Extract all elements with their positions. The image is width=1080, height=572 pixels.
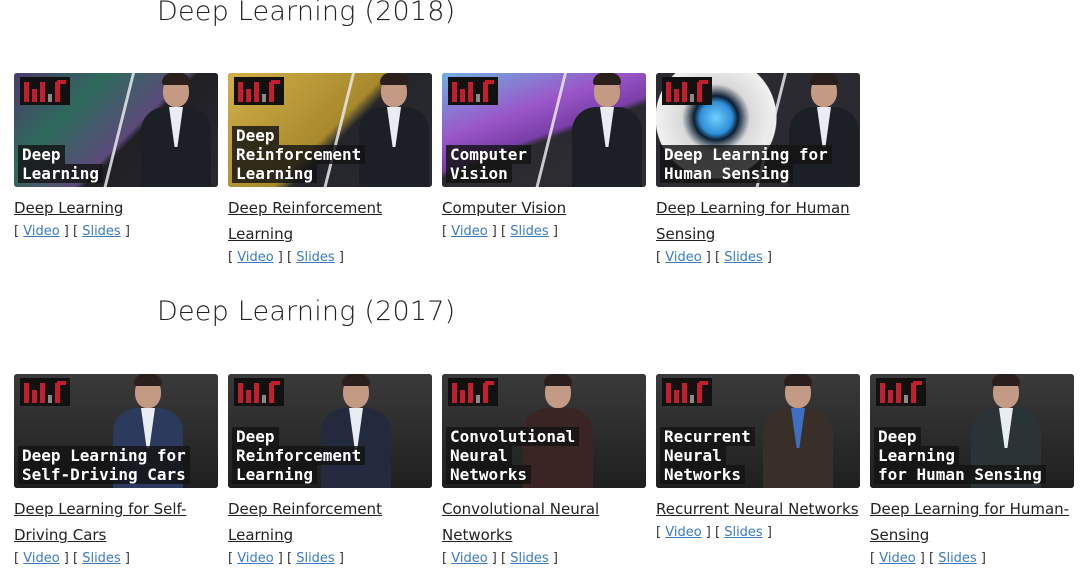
resource-links: [ Video ] [ Slides ]: [14, 551, 130, 566]
lecture-card: Deep Learning for Human Sensing Deep Lear…: [656, 73, 860, 269]
mit-logo-icon: [448, 378, 498, 406]
slides-link[interactable]: Slides: [724, 250, 763, 265]
slides-link[interactable]: Slides: [296, 551, 335, 566]
lecture-thumbnail[interactable]: Recurrent Neural Networks: [656, 374, 860, 488]
slides-link[interactable]: Slides: [82, 551, 121, 566]
slides-link[interactable]: Slides: [510, 224, 549, 239]
mit-logo-icon: [234, 378, 284, 406]
thumbnail-caption: Deep Reinforcement Learning: [232, 126, 366, 183]
resource-links: [ Video ] [ Slides ]: [442, 551, 558, 566]
mit-logo-icon: [20, 378, 70, 406]
thumbnail-caption: Deep Learning for Self-Driving Cars: [18, 446, 190, 484]
lecturer-image: [356, 73, 432, 187]
lecture-thumbnail[interactable]: Deep Learning for Self-Driving Cars: [14, 374, 218, 488]
lecture-title-link[interactable]: Deep Reinforcement Learning: [228, 496, 432, 548]
section-title-2018: Deep Learning (2018): [157, 0, 456, 27]
mit-logo-icon: [876, 378, 926, 406]
slides-link[interactable]: Slides: [938, 551, 977, 566]
video-link[interactable]: Video: [237, 250, 273, 265]
lecture-card: Recurrent Neural Networks Recurrent Neural…: [656, 374, 860, 544]
lecture-title-link[interactable]: Deep Learning for Human-Sensing: [870, 496, 1074, 548]
lecture-card: Deep Learning for Human Sensing Deep Learn…: [870, 374, 1074, 570]
lecture-thumbnail[interactable]: Convolutional Neural Networks: [442, 374, 646, 488]
lecture-thumbnail[interactable]: Deep Learning: [14, 73, 218, 187]
video-link[interactable]: Video: [879, 551, 915, 566]
lecture-title-link[interactable]: Computer Vision: [442, 195, 646, 221]
thumbnail-caption: Convolutional Neural Networks: [446, 427, 580, 484]
resource-links: [ Video ] [ Slides ]: [228, 250, 344, 265]
resource-links: [ Video ] [ Slides ]: [442, 224, 558, 239]
video-link[interactable]: Video: [451, 224, 487, 239]
video-link[interactable]: Video: [665, 250, 701, 265]
lecture-card: Deep Learning for Self-Driving Cars Deep …: [14, 374, 218, 570]
resource-links: [ Video ] [ Slides ]: [14, 224, 130, 239]
video-link[interactable]: Video: [237, 551, 273, 566]
lecture-card: Deep Reinforcement Learning Deep Reinforce…: [228, 374, 432, 570]
video-link[interactable]: Video: [23, 551, 59, 566]
video-link[interactable]: Video: [23, 224, 59, 239]
lecture-title-link[interactable]: Recurrent Neural Networks: [656, 496, 860, 522]
resource-links: [ Video ] [ Slides ]: [870, 551, 986, 566]
thumbnail-caption: Deep Reinforcement Learning: [232, 427, 366, 484]
mit-logo-icon: [662, 77, 712, 105]
lecture-thumbnail[interactable]: Deep Reinforcement Learning: [228, 374, 432, 488]
lecture-thumbnail[interactable]: Computer Vision: [442, 73, 646, 187]
lecture-thumbnail[interactable]: Deep Learning for Human Sensing: [870, 374, 1074, 488]
resource-links: [ Video ] [ Slides ]: [228, 551, 344, 566]
lecture-title-link[interactable]: Deep Learning: [14, 195, 218, 221]
lecture-card: Deep Learning Deep Learning [ Video ] [ S…: [14, 73, 218, 243]
thumbnail-caption: Recurrent Neural Networks: [660, 427, 755, 484]
thumbnail-caption: Deep Learning for Human Sensing: [874, 427, 1046, 484]
lecture-thumbnail[interactable]: Deep Learning for Human Sensing: [656, 73, 860, 187]
slides-link[interactable]: Slides: [82, 224, 121, 239]
slides-link[interactable]: Slides: [296, 250, 335, 265]
lecture-thumbnail[interactable]: Deep Reinforcement Learning: [228, 73, 432, 187]
thumbnail-caption: Deep Learning for Human Sensing: [660, 145, 832, 183]
lecturer-image: [134, 73, 218, 187]
lecture-title-link[interactable]: Deep Reinforcement Learning: [228, 195, 432, 247]
resource-links: [ Video ] [ Slides ]: [656, 525, 772, 540]
mit-logo-icon: [234, 77, 284, 105]
lecture-title-link[interactable]: Convolutional Neural Networks: [442, 496, 646, 548]
lecture-card: Convolutional Neural Networks Convolutiona…: [442, 374, 646, 570]
video-link[interactable]: Video: [665, 525, 701, 540]
thumbnail-caption: Deep Learning: [18, 145, 104, 183]
mit-logo-icon: [662, 378, 712, 406]
lecturer-image: [760, 374, 836, 488]
lecture-title-link[interactable]: Deep Learning for Self-Driving Cars: [14, 496, 218, 548]
slides-link[interactable]: Slides: [510, 551, 549, 566]
lecture-card: Computer Vision Computer Vision [ Video ]…: [442, 73, 646, 243]
lecture-card: Deep Reinforcement Learning Deep Reinforce…: [228, 73, 432, 269]
thumbnail-caption: Computer Vision: [446, 145, 532, 183]
video-link[interactable]: Video: [451, 551, 487, 566]
mit-logo-icon: [20, 77, 70, 105]
resource-links: [ Video ] [ Slides ]: [656, 250, 772, 265]
section-title-2017: Deep Learning (2017): [157, 296, 456, 327]
lecture-title-link[interactable]: Deep Learning for Human Sensing: [656, 195, 860, 247]
slides-link[interactable]: Slides: [724, 525, 763, 540]
lecturer-image: [568, 73, 646, 187]
mit-logo-icon: [448, 77, 498, 105]
